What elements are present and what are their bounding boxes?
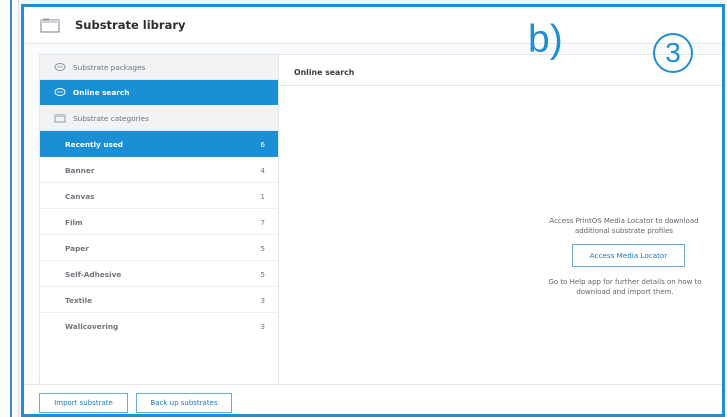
panel-title: Online search [294, 68, 355, 77]
category-label: Banner [65, 166, 95, 175]
category-label: Textile [65, 296, 93, 305]
category-count: 3 [260, 296, 265, 305]
access-media-locator-button[interactable]: Access Media Locator [572, 244, 685, 267]
sidebar-item-online-search[interactable]: Online search [40, 80, 278, 105]
window-icon [40, 18, 60, 33]
title-bar: Substrate library [24, 7, 722, 44]
category-count: 4 [260, 166, 265, 175]
annotation-label: b) [528, 18, 563, 61]
help-line: Go to Help app for further details on ho… [548, 278, 702, 286]
window-title: Substrate library [75, 18, 186, 32]
category-count: 7 [260, 218, 265, 227]
info-line: Access PrintOS Media Locator to download [549, 217, 699, 225]
substrate-library-window: Substrate library Substrate packages Onl… [21, 4, 725, 417]
category-count: 5 [260, 244, 265, 253]
info-line: additional substrate profiles [574, 226, 674, 235]
category-label: Film [65, 218, 83, 227]
back-up-substrates-button[interactable]: Back up substrates [136, 393, 232, 413]
sidebar-item-label: Substrate categories [73, 114, 149, 123]
cloud-search-icon [54, 88, 66, 96]
category-label: Self-Adhesive [65, 270, 122, 279]
package-icon [54, 63, 66, 71]
footer-bar: Import substrate Back up substrates [24, 384, 722, 414]
category-count: 6 [260, 140, 265, 149]
screen: Substrate library Substrate packages Onl… [0, 0, 727, 417]
category-label: Recently used [65, 140, 124, 149]
import-substrate-button[interactable]: Import substrate [39, 393, 128, 413]
sidebar-item-substrate-categories[interactable]: Substrate categories [40, 106, 278, 131]
category-wallcovering[interactable]: Wallcovering 3 [40, 313, 278, 339]
sidebar-item-substrate-packages[interactable]: Substrate packages [40, 55, 278, 80]
category-film[interactable]: Film 7 [40, 209, 278, 235]
help-info: Go to Help app for further details on ho… [536, 278, 714, 297]
category-self-adhesive[interactable]: Self-Adhesive 5 [40, 261, 278, 287]
category-recently-used[interactable]: Recently used 6 [40, 131, 278, 157]
category-canvas[interactable]: Canvas 1 [40, 183, 278, 209]
category-label: Wallcovering [65, 322, 119, 331]
background-window-edge [0, 0, 19, 417]
category-count: 5 [260, 270, 265, 279]
category-label: Paper [65, 244, 89, 253]
category-label: Canvas [65, 192, 95, 201]
step-number-badge: 3 [653, 33, 693, 73]
help-line: download and import them. [576, 287, 674, 296]
category-textile[interactable]: Textile 3 [40, 287, 278, 313]
sidebar: Substrate packages Online search Substra… [39, 54, 279, 386]
online-search-panel: Online search Access PrintOS Media Locat… [279, 54, 722, 386]
category-banner[interactable]: Banner 4 [40, 157, 278, 183]
sidebar-item-label: Substrate packages [73, 63, 146, 72]
sidebar-item-label: Online search [73, 88, 130, 97]
category-count: 3 [260, 322, 265, 331]
body-area: Substrate packages Online search Substra… [24, 44, 722, 386]
folder-icon [54, 114, 66, 123]
category-paper[interactable]: Paper 5 [40, 235, 278, 261]
category-count: 1 [260, 192, 265, 201]
media-locator-info: Access PrintOS Media Locator to download… [534, 217, 714, 236]
